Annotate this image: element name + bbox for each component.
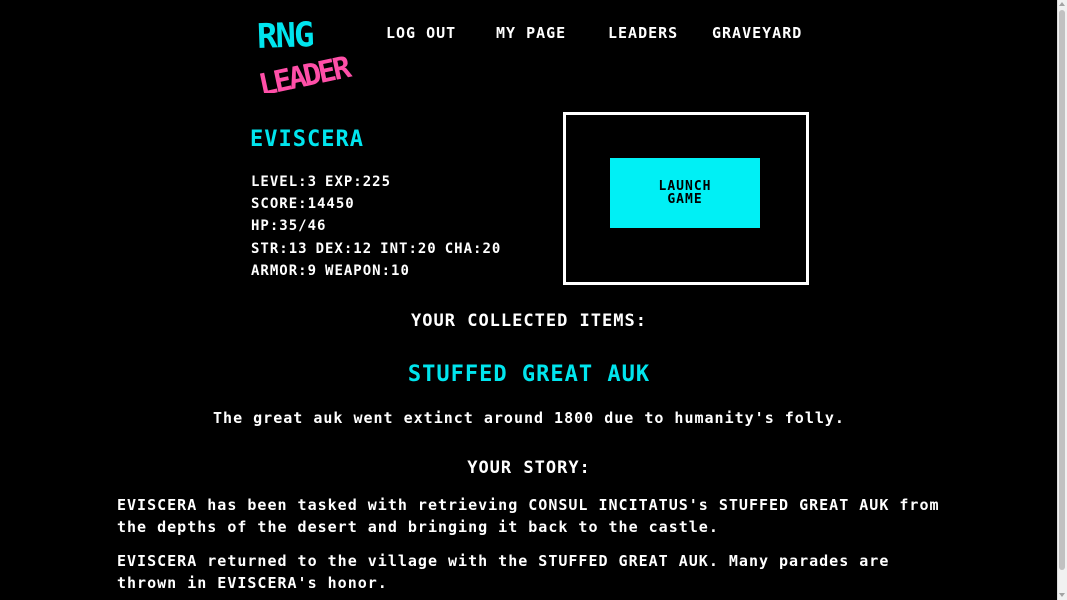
stat-armor: ARMOR:9 [251,263,318,279]
scroll-down-arrow-icon[interactable] [1059,593,1065,597]
stat-cha: CHA:20 [444,241,502,257]
stat-dex: DEX:12 [315,241,373,257]
nav-log-out[interactable]: LOG OUT [386,24,456,42]
collected-items-heading: YOUR COLLECTED ITEMS: [411,311,647,331]
stat-weapon: WEAPON:10 [325,263,410,279]
scroll-up-arrow-icon[interactable] [1059,2,1065,6]
stat-equipment: ARMOR:9 WEAPON:10 [251,263,410,279]
stat-str: STR:13 [251,241,308,257]
vertical-scrollbar[interactable] [1057,0,1067,600]
stat-score: SCORE:14450 [251,196,355,212]
page: RNG LEADER LOG OUT MY PAGE LEADERS GRAVE… [0,0,1058,600]
launch-game-button[interactable]: LAUNCH GAME [610,158,760,228]
stat-level-exp: LEVEL:3 EXP:225 [251,174,391,190]
story-paragraph-2: EVISCERA returned to the village with th… [117,552,890,592]
nav-my-page[interactable]: MY PAGE [496,24,566,42]
scrollbar-thumb[interactable] [1059,10,1065,570]
story-paragraph-1: EVISCERA has been tasked with retrieving… [117,496,940,536]
stat-exp: EXP:225 [325,174,392,190]
character-name: EVISCERA [250,127,364,152]
stat-attributes: STR:13 DEX:12 INT:20 CHA:20 [251,241,501,257]
logo-rng-text: RNG [256,15,313,57]
launch-line-2: GAME [667,192,703,207]
stat-hp: HP:35/46 [251,218,327,234]
stat-int: INT:20 [380,241,437,257]
story-heading: YOUR STORY: [467,458,591,478]
stat-level: LEVEL:3 [251,174,318,190]
nav-graveyard[interactable]: GRAVEYARD [712,24,802,42]
rng-leader-logo[interactable]: RNG LEADER [255,15,371,93]
nav-leaders[interactable]: LEADERS [608,24,678,42]
item-description: The great auk went extinct around 1800 d… [213,409,845,427]
item-name: STUFFED GREAT AUK [407,362,651,387]
